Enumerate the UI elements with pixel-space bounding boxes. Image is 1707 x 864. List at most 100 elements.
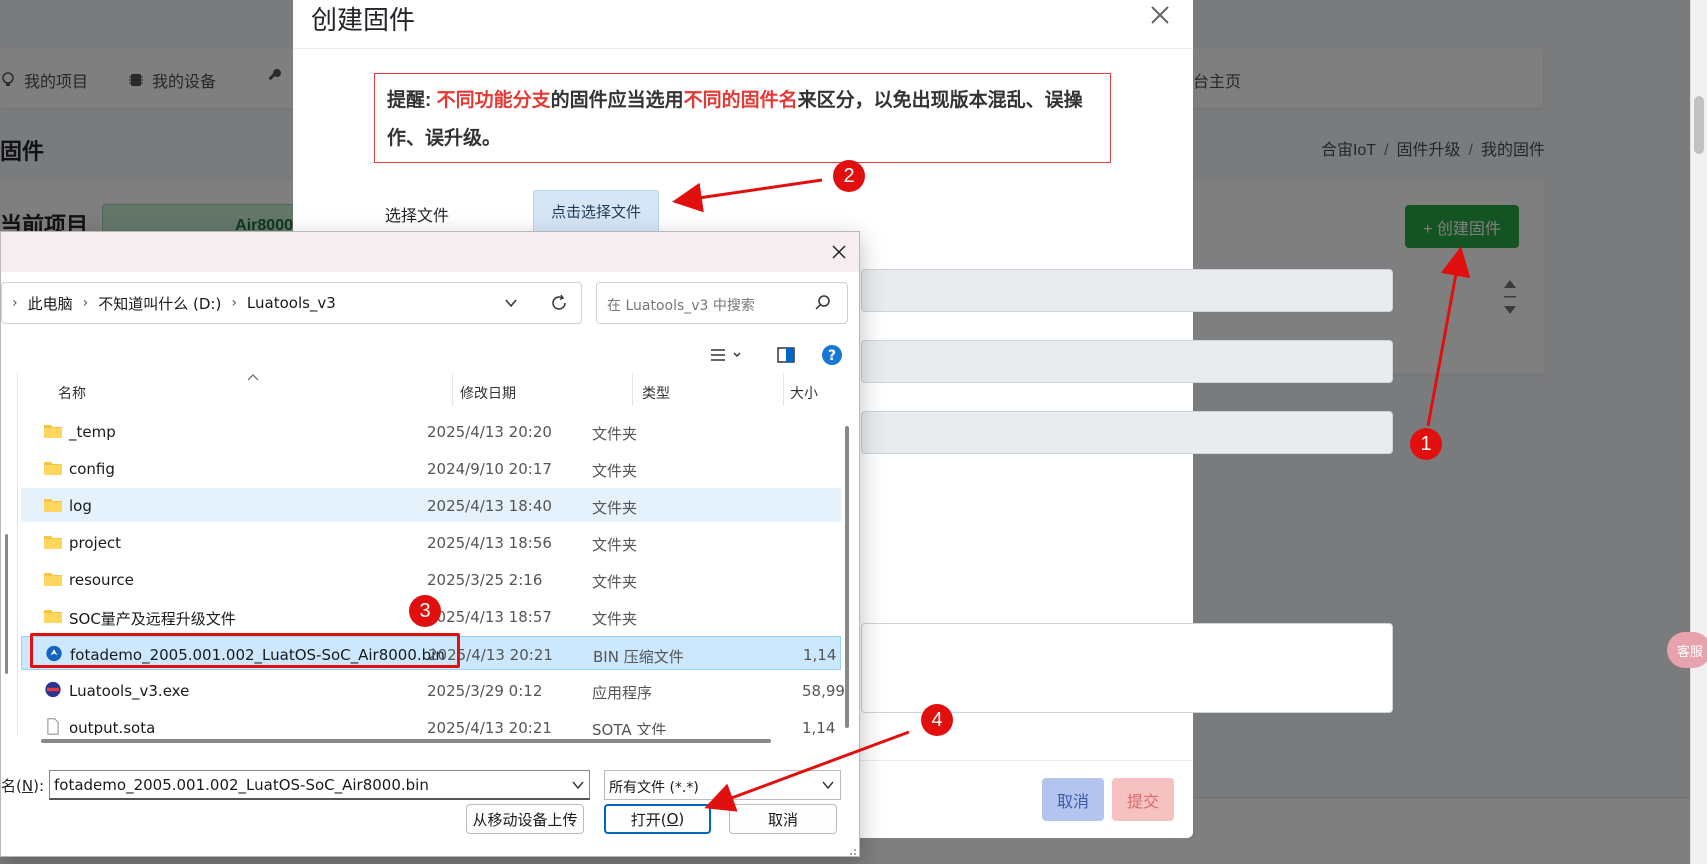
scrollbar-thumb[interactable]	[845, 426, 849, 728]
file-date: 2025/4/13 18:56	[427, 534, 552, 552]
file-type: 文件夹	[592, 425, 638, 443]
filename-label: 名(N):	[1, 775, 44, 796]
choose-file-button[interactable]: 点击选择文件	[533, 190, 659, 233]
folder-icon	[44, 425, 62, 438]
address-crumb[interactable]: › Luatools_v3	[221, 294, 336, 312]
chevron-down-icon[interactable]	[571, 778, 585, 792]
file-list-vertical-scrollbar[interactable]	[844, 376, 850, 736]
filename-label-text: 名(	[1, 777, 22, 795]
file-date: 2025/4/13 20:20	[427, 423, 552, 441]
file-row[interactable]: Luatools_v3.exe 2025/3/29 0:12 应用程序 58,9…	[21, 673, 845, 707]
address-crumb-label: 此电脑	[27, 294, 73, 313]
file-type: 文件夹	[592, 610, 638, 628]
annotation-badge: 1	[1410, 428, 1442, 460]
file-name: _temp	[69, 423, 116, 441]
column-header-name[interactable]: 名称	[58, 373, 86, 406]
file-icon	[47, 718, 59, 735]
close-icon[interactable]	[1149, 4, 1171, 26]
chevron-down-icon[interactable]	[821, 778, 835, 792]
annotation-badge: 3	[409, 595, 441, 627]
file-row[interactable]: config 2024/9/10 20:17 文件夹	[21, 451, 841, 485]
address-crumb[interactable]: › 不知道叫什么 (D:)	[73, 293, 222, 314]
file-row[interactable]: project 2025/4/13 18:56 文件夹	[21, 525, 841, 559]
file-size: 1,14	[803, 646, 837, 664]
file-type: 文件夹	[592, 573, 638, 591]
file-size: 58,99	[802, 682, 845, 700]
open-button-accesskey: O	[666, 810, 679, 828]
search-icon[interactable]	[814, 294, 832, 312]
file-row[interactable]: output.sota 2025/4/13 20:21 SOTA 文件 1,14	[21, 710, 841, 735]
modal-header-divider	[293, 48, 1193, 49]
filetype-select[interactable]: 所有文件 (*.*)	[604, 770, 841, 800]
column-divider[interactable]	[632, 373, 633, 406]
column-header-type[interactable]: 类型	[642, 373, 670, 406]
annotation-badge: 4	[921, 704, 953, 736]
file-date: 2025/4/13 18:57	[427, 608, 552, 626]
help-icon[interactable]: ?	[821, 344, 843, 366]
address-bar[interactable]: › 此电脑 › 不知道叫什么 (D:) › Luatools_v3	[1, 282, 582, 324]
notice-highlight: 不同功能分支	[436, 90, 551, 111]
column-divider[interactable]	[783, 373, 784, 406]
file-type: 文件夹	[592, 499, 638, 517]
open-button-label: )	[678, 810, 685, 828]
chevron-down-icon[interactable]	[503, 295, 519, 311]
submit-button[interactable]: 提交	[1112, 778, 1174, 821]
file-size: 1,14	[802, 719, 836, 735]
preview-pane-icon[interactable]	[776, 345, 796, 365]
svg-text:?: ?	[828, 348, 836, 364]
open-button-label: 打开(	[630, 810, 667, 829]
filename-input[interactable]: fotademo_2005.001.002_LuatOS-SoC_Air8000…	[49, 770, 590, 800]
notice-text: 的固件应当选用	[550, 90, 684, 111]
firmware-name-input[interactable]	[861, 269, 1393, 312]
column-divider[interactable]	[452, 373, 453, 406]
column-header-size[interactable]: 大小	[790, 373, 818, 406]
file-row[interactable]: resource 2025/3/25 2:16 文件夹	[21, 562, 841, 596]
open-button[interactable]: 打开(O)	[604, 804, 711, 834]
notice-highlight: 不同的固件名	[683, 90, 798, 111]
file-type: 文件夹	[592, 462, 638, 480]
close-icon[interactable]	[829, 242, 849, 262]
folder-icon	[44, 573, 62, 586]
file-row[interactable]: log 2025/4/13 18:40 文件夹	[21, 488, 841, 522]
address-crumb-label: 不知道叫什么 (D:)	[98, 294, 222, 313]
file-date: 2025/3/25 2:16	[427, 571, 543, 589]
address-crumb[interactable]: › 此电脑	[2, 293, 73, 314]
dialog-titlebar[interactable]	[1, 232, 859, 272]
page-scrollbar[interactable]	[1690, 0, 1707, 864]
folder-icon	[44, 499, 62, 512]
folder-icon	[44, 536, 62, 549]
file-type: SOTA 文件	[592, 721, 667, 735]
firmware-version-input[interactable]	[861, 340, 1393, 383]
dialog-cancel-button[interactable]: 取消	[729, 804, 837, 834]
customer-service-button[interactable]: 客服	[1667, 632, 1707, 668]
file-name: config	[69, 460, 115, 478]
file-type: BIN 压缩文件	[593, 648, 684, 666]
file-list-horizontal-scrollbar[interactable]	[41, 739, 771, 743]
firmware-project-input[interactable]	[861, 411, 1393, 454]
refresh-icon[interactable]	[549, 293, 569, 313]
file-row[interactable]: _temp 2025/4/13 20:20 文件夹	[21, 414, 841, 448]
filename-label-text: ):	[33, 777, 44, 795]
column-header-date[interactable]: 修改日期	[460, 373, 516, 406]
notice-box: 提醒: 不同功能分支的固件应当选用不同的固件名来区分，以免出现版本混乱、误操作、…	[374, 73, 1111, 163]
scrollbar-thumb[interactable]	[1694, 96, 1704, 154]
file-type: 应用程序	[592, 684, 653, 702]
navigation-pane-scrollbar[interactable]	[5, 534, 8, 674]
file-name: output.sota	[69, 719, 156, 735]
highlight-selected-file	[30, 633, 460, 668]
firmware-description-textarea[interactable]	[861, 623, 1393, 713]
file-name: log	[69, 497, 92, 515]
file-name: SOC量产及远程升级文件	[69, 610, 236, 628]
view-options-icon[interactable]	[709, 345, 743, 365]
folder-icon	[44, 462, 62, 475]
file-name: resource	[69, 571, 134, 589]
upload-from-mobile-button[interactable]: 从移动设备上传	[466, 804, 584, 834]
folder-icon	[44, 610, 62, 623]
resize-grip-icon[interactable]	[845, 844, 857, 856]
notice-prefix: 提醒:	[387, 90, 437, 111]
search-input[interactable]: 在 Luatools_v3 中搜索	[596, 282, 848, 324]
file-date: 2024/9/10 20:17	[427, 460, 552, 478]
annotation-badge: 2	[833, 160, 865, 192]
file-open-dialog: › 此电脑 › 不知道叫什么 (D:) › Luatools_v3 在 Luatool…	[0, 231, 860, 857]
cancel-button[interactable]: 取消	[1042, 778, 1104, 821]
